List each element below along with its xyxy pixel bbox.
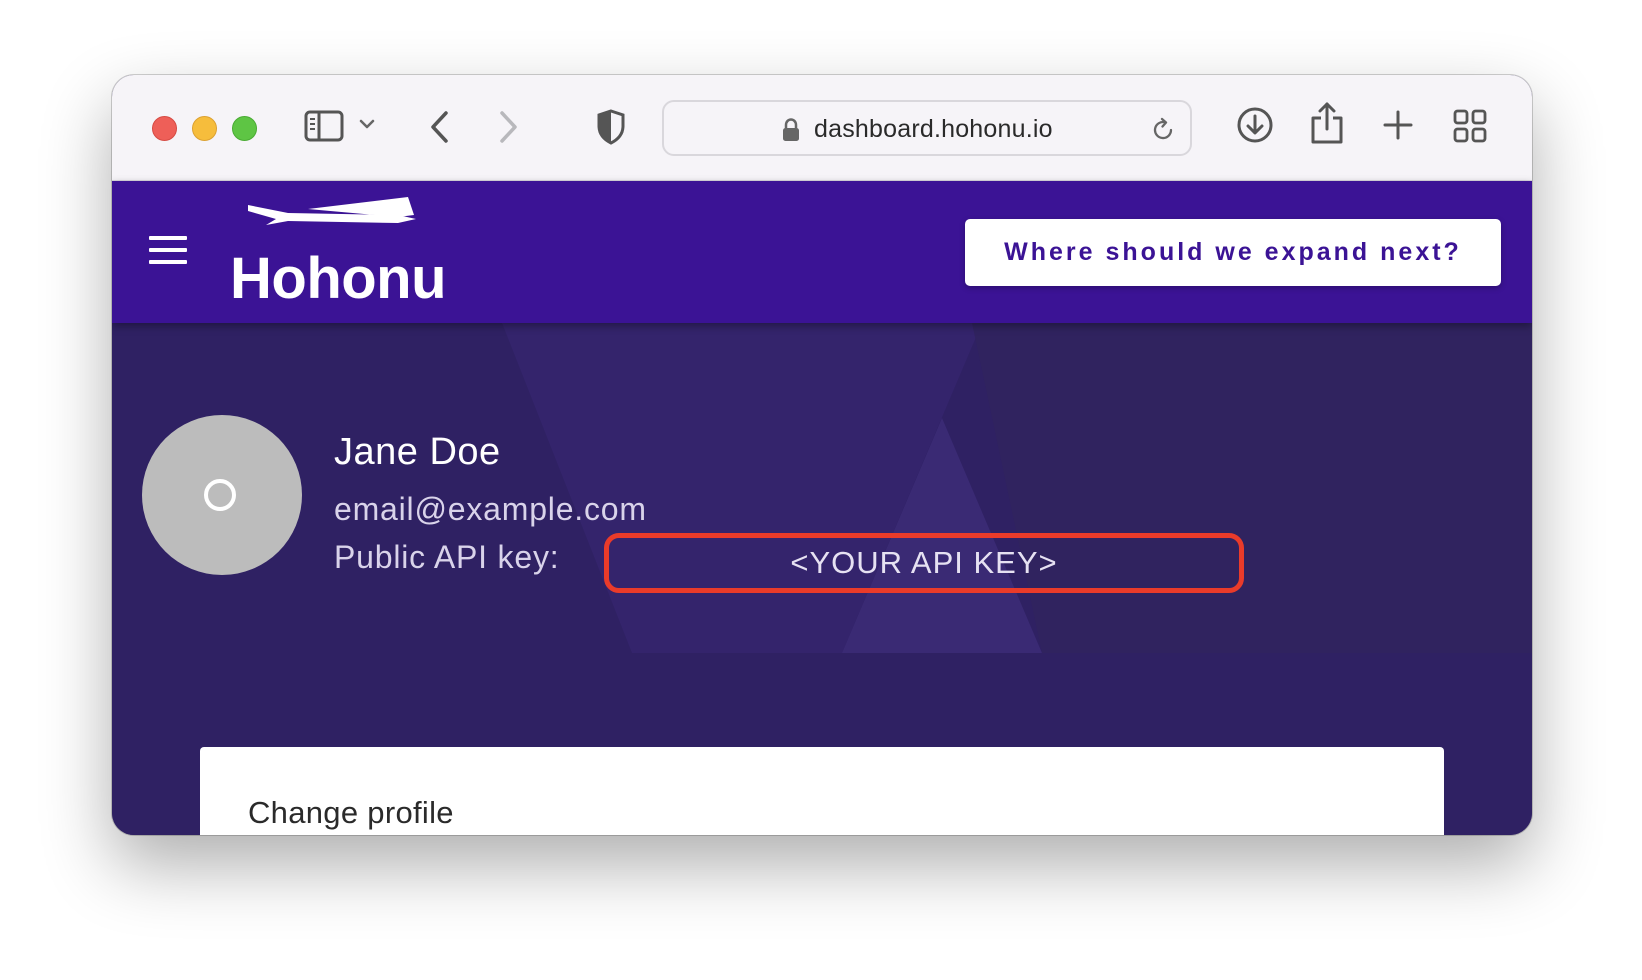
site-header: Hohonu Where should we expand next?: [112, 181, 1532, 323]
new-tab-icon[interactable]: [1382, 109, 1414, 141]
download-icon[interactable]: [1236, 106, 1274, 144]
address-bar[interactable]: dashboard.hohonu.io: [662, 100, 1192, 156]
change-profile-card: Change profile: [200, 747, 1444, 835]
forward-icon[interactable]: [496, 108, 520, 146]
profile-section: Jane Doe email@example.com Public API ke…: [112, 323, 1532, 835]
api-key-label: Public API key:: [334, 539, 560, 575]
chevron-down-icon[interactable]: [358, 117, 376, 131]
browser-window: dashboard.hohonu.io Hohonu Where should …: [112, 75, 1532, 835]
tab-overview-icon[interactable]: [1452, 108, 1488, 144]
url-text: dashboard.hohonu.io: [814, 115, 1053, 143]
share-icon[interactable]: [1310, 101, 1344, 145]
zoom-icon[interactable]: [232, 116, 257, 141]
brand-name[interactable]: Hohonu: [230, 245, 447, 312]
browser-toolbar: dashboard.hohonu.io: [112, 75, 1532, 181]
hohonu-logo-icon: [248, 195, 416, 236]
sidebar-icon[interactable]: [304, 109, 344, 143]
minimize-icon[interactable]: [192, 116, 217, 141]
reload-icon[interactable]: [1150, 117, 1176, 148]
lock-icon: [782, 118, 800, 147]
menu-icon[interactable]: [149, 236, 187, 264]
user-name: Jane Doe: [334, 431, 501, 473]
card-title: Change profile: [248, 795, 454, 830]
close-icon[interactable]: [152, 116, 177, 141]
api-key-value[interactable]: <YOUR API KEY>: [604, 533, 1244, 593]
shield-icon[interactable]: [596, 109, 626, 145]
user-email: email@example.com: [334, 491, 647, 527]
back-icon[interactable]: [428, 108, 452, 146]
avatar[interactable]: [142, 415, 302, 575]
expand-next-button[interactable]: Where should we expand next?: [965, 219, 1501, 286]
avatar-placeholder-icon: [204, 479, 236, 511]
